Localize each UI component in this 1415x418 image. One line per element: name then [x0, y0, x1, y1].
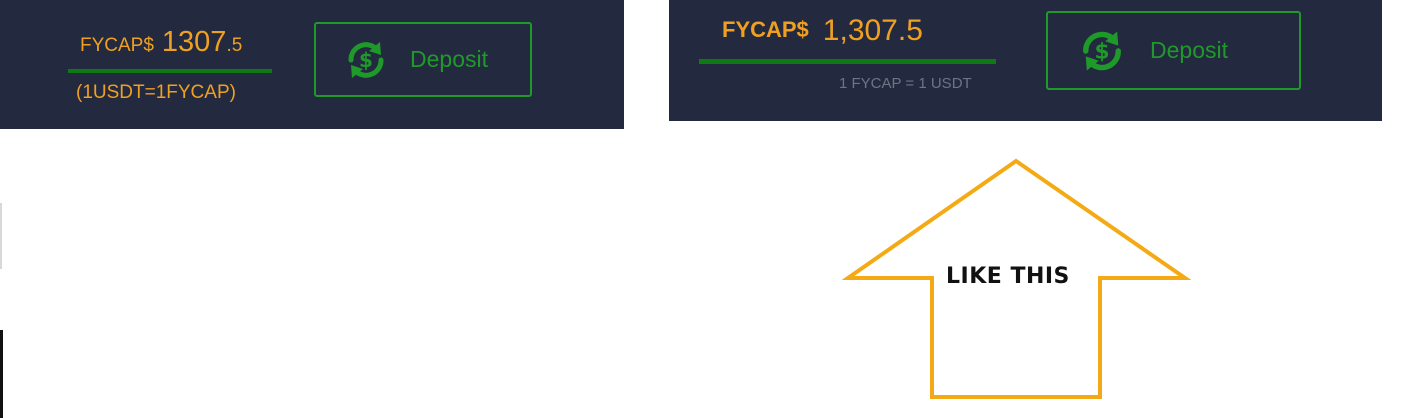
up-arrow-annotation [841, 158, 1192, 399]
edge-divider [0, 203, 2, 269]
edge-divider [0, 330, 3, 418]
annotation-label: LIKE THIS [946, 264, 1070, 289]
